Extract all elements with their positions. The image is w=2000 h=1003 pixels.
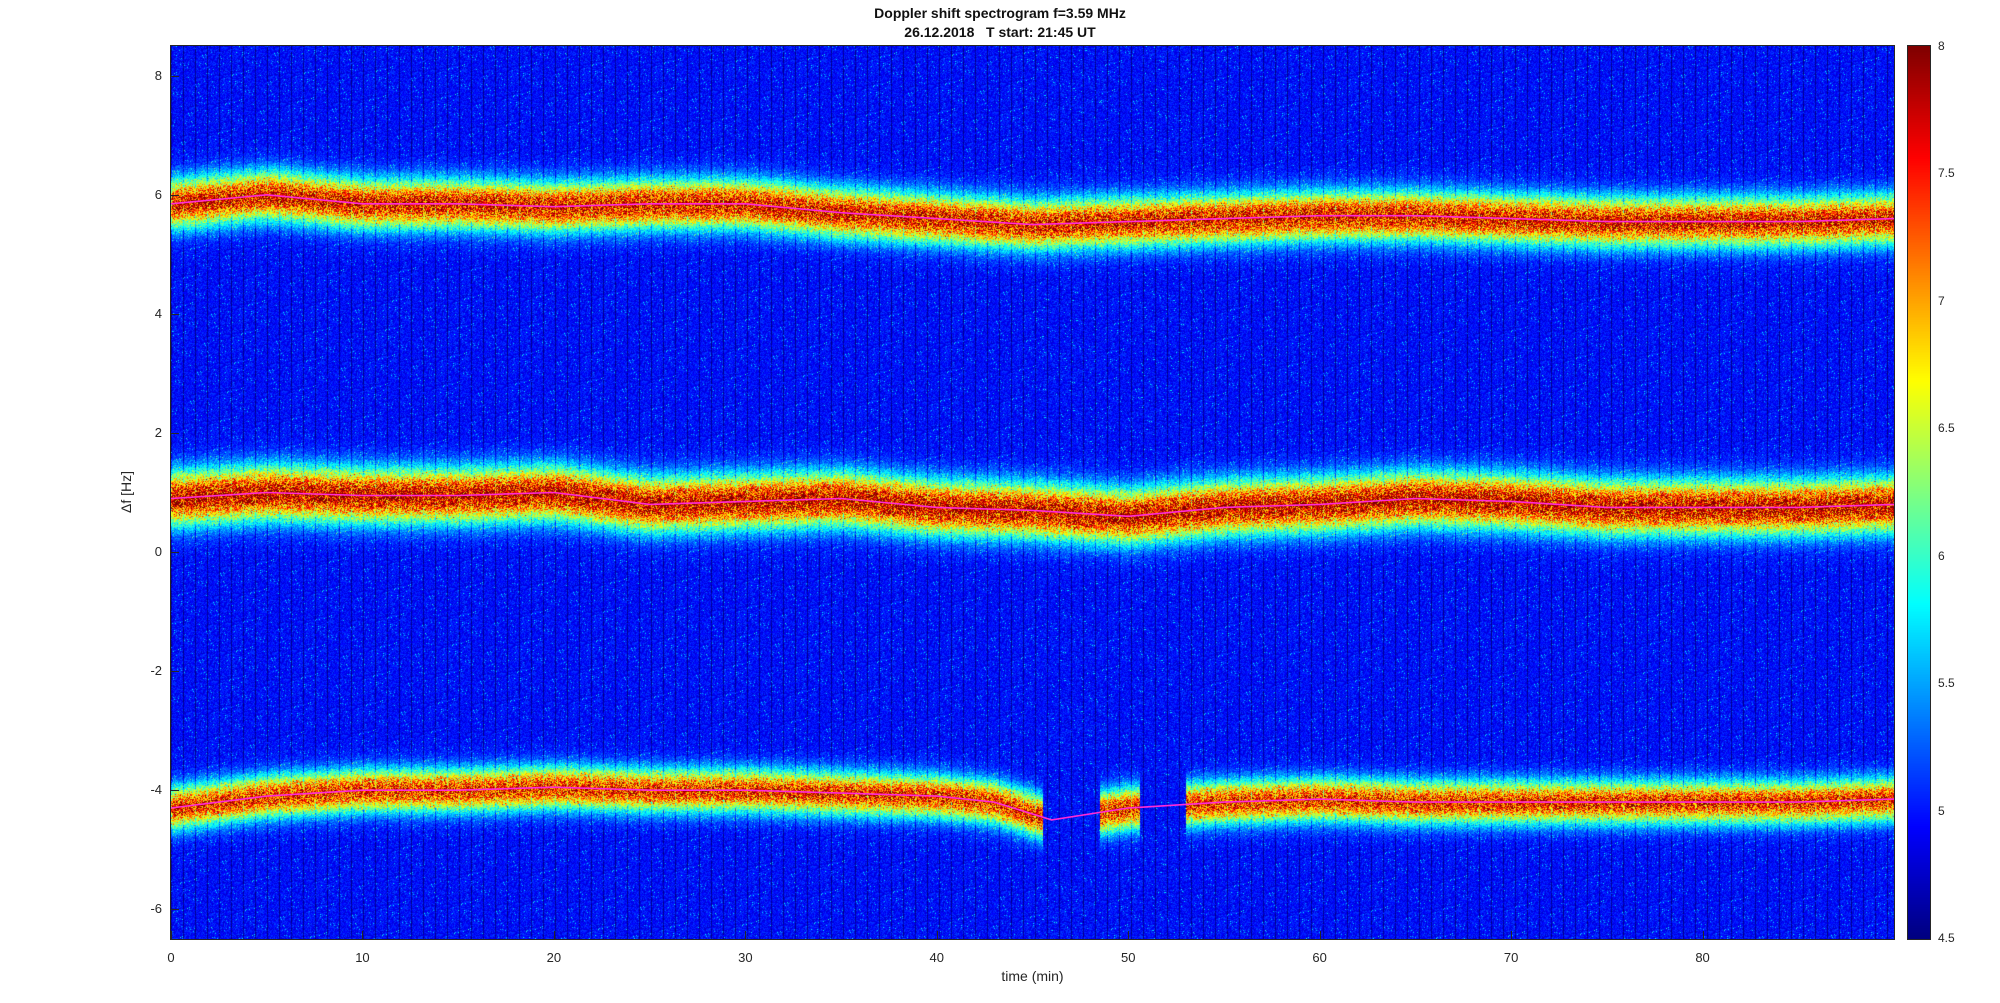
doppler-trace-middle bbox=[171, 491, 1894, 518]
doppler-trace-upper bbox=[171, 193, 1894, 226]
x-tick-mark bbox=[936, 931, 938, 939]
y-tick-mark bbox=[171, 671, 179, 673]
colorbar-tick-label: 6 bbox=[1938, 548, 1945, 563]
x-tick-label: 70 bbox=[1503, 950, 1519, 965]
x-axis-label: time (min) bbox=[1001, 968, 1064, 984]
y-tick-mark bbox=[171, 790, 179, 792]
x-tick-label: 60 bbox=[1312, 950, 1327, 965]
doppler-trace-overlay bbox=[171, 193, 1894, 821]
x-tick-label: 30 bbox=[738, 950, 753, 965]
colorbar bbox=[1907, 45, 1931, 940]
x-tick-label: 0 bbox=[167, 950, 175, 965]
x-tick-label: 50 bbox=[1120, 950, 1136, 965]
y-tick-mark bbox=[171, 313, 179, 315]
colorbar-tick-label: 6.5 bbox=[1938, 421, 1955, 436]
y-tick-mark bbox=[171, 432, 179, 434]
x-tick-mark bbox=[171, 931, 172, 939]
colorbar-tick-label: 5 bbox=[1938, 803, 1945, 818]
x-tick-mark bbox=[1319, 931, 1321, 939]
y-tick-label: 4 bbox=[154, 305, 162, 321]
x-tick-mark bbox=[745, 931, 747, 939]
x-tick-label: 80 bbox=[1695, 950, 1710, 965]
x-tick-mark bbox=[1128, 931, 1130, 939]
x-tick-mark bbox=[553, 931, 555, 939]
colorbar-tick-label: 8 bbox=[1938, 39, 1945, 53]
y-tick-mark bbox=[171, 75, 179, 77]
colorbar-gradient bbox=[1908, 46, 1930, 939]
y-tick-label: 8 bbox=[154, 67, 162, 83]
y-tick-label: 6 bbox=[154, 186, 162, 202]
doppler-trace-lower bbox=[171, 786, 1894, 821]
y-tick-label: -4 bbox=[150, 782, 162, 798]
x-tick-mark bbox=[362, 931, 364, 939]
colorbar-tick-label: 7.5 bbox=[1938, 166, 1955, 181]
y-tick-label: 2 bbox=[154, 424, 162, 440]
chart-title: Doppler shift spectrogram f=3.59 MHz bbox=[874, 5, 1126, 21]
x-tick-label: 40 bbox=[929, 950, 944, 965]
x-tick-label: 20 bbox=[546, 950, 562, 965]
x-tick-label: 10 bbox=[355, 950, 370, 965]
y-tick-label: -2 bbox=[150, 663, 162, 679]
colorbar-tick-label: 5.5 bbox=[1938, 676, 1955, 691]
y-tick-label: -6 bbox=[150, 901, 162, 917]
y-tick-mark bbox=[171, 552, 179, 554]
colorbar-tick-label: 7 bbox=[1938, 293, 1945, 308]
chart-subtitle: 26.12.2018 T start: 21:45 UT bbox=[904, 24, 1096, 40]
y-tick-mark bbox=[171, 909, 179, 911]
y-axis-label: Δf [Hz] bbox=[118, 470, 134, 514]
colorbar-tick-label: 4.5 bbox=[1938, 931, 1955, 945]
x-tick-mark bbox=[1702, 931, 1704, 939]
y-tick-label: 0 bbox=[154, 544, 162, 560]
x-tick-mark bbox=[1511, 931, 1513, 939]
y-tick-mark bbox=[171, 194, 179, 196]
spectrogram-plot-area bbox=[170, 45, 1895, 940]
